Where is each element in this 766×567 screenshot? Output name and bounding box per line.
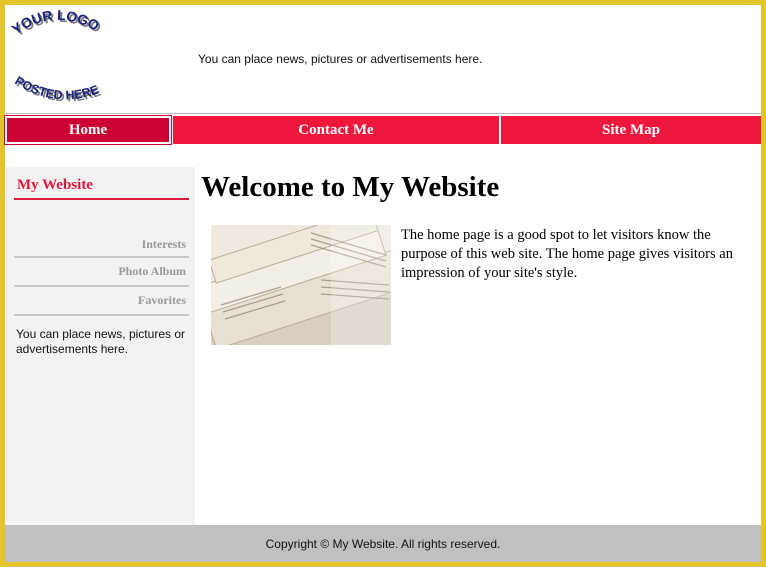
main-nav: Home Contact Me Site Map [4, 115, 761, 145]
header-news-text: You can place news, pictures or advertis… [198, 52, 483, 66]
page-title: Welcome to My Website [201, 171, 500, 203]
sidebar-links: Interests Photo Album Favorites [14, 233, 189, 318]
sidebar: My Website Interests Photo Album Favorit… [5, 167, 195, 525]
header: YOUR LOGO YOUR LOGO POSTED HERE POSTED H… [5, 5, 761, 113]
logo-bottom-text: POSTED HERE [13, 74, 101, 103]
sidebar-title[interactable]: My Website [14, 177, 189, 200]
newspaper-image [211, 225, 391, 345]
nav-site-map[interactable]: Site Map [501, 116, 761, 144]
logo[interactable]: YOUR LOGO YOUR LOGO POSTED HERE POSTED H… [8, 5, 118, 113]
nav-home[interactable]: Home [4, 115, 172, 145]
intro-text: The home page is a good spot to let visi… [401, 227, 733, 281]
sidebar-news-text: You can place news, pictures or advertis… [16, 327, 185, 356]
footer: Copyright © My Website. All rights reser… [5, 525, 761, 562]
sidebar-link-favorites[interactable]: Favorites [14, 289, 189, 316]
header-divider [5, 113, 761, 114]
page-frame: YOUR LOGO YOUR LOGO POSTED HERE POSTED H… [0, 0, 766, 567]
footer-copyright: Copyright © My Website. All rights reser… [265, 536, 501, 551]
sidebar-link-photo-album[interactable]: Photo Album [14, 260, 189, 287]
nav-contact-me[interactable]: Contact Me [173, 116, 499, 144]
sidebar-link-interests[interactable]: Interests [14, 233, 189, 258]
